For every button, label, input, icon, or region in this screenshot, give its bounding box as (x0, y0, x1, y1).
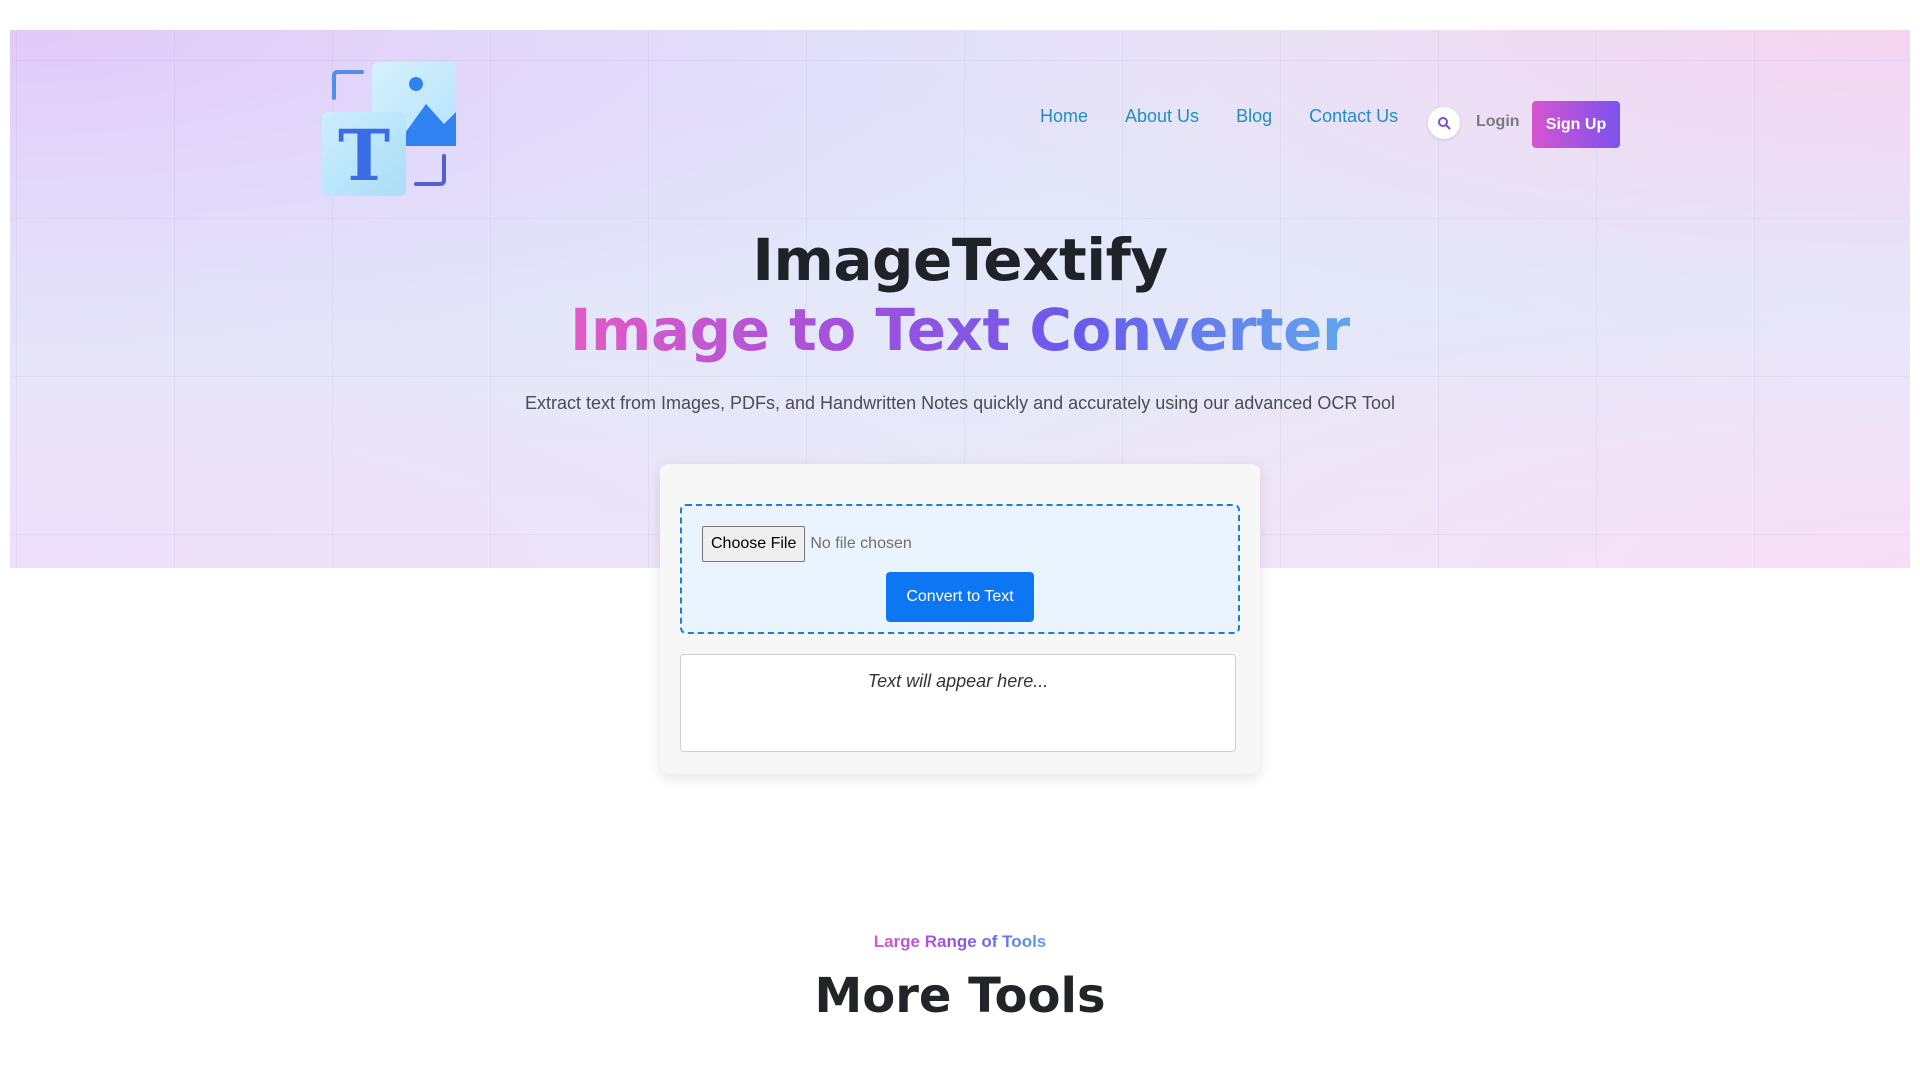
logo-letter: T (338, 114, 390, 196)
login-link[interactable]: Login (1476, 113, 1520, 131)
nav-link-home[interactable]: Home (1040, 106, 1088, 127)
convert-to-text-button[interactable]: Convert to Text (886, 572, 1034, 622)
more-tools-eyebrow-text: Large Range of Tools (873, 932, 1047, 951)
converter-card: Choose File No file chosen Convert to Te… (660, 464, 1260, 774)
file-input-row: Choose File No file chosen (702, 526, 912, 562)
file-status-text: No file chosen (810, 535, 912, 552)
choose-file-button[interactable]: Choose File (702, 526, 806, 562)
hero-tagline: Extract text from Images, PDFs, and Hand… (524, 393, 1396, 413)
nav-link-about-us[interactable]: About Us (1125, 106, 1199, 127)
search-button[interactable] (1428, 107, 1460, 139)
output-placeholder: Text will appear here... (867, 671, 1049, 691)
search-icon (1438, 117, 1451, 130)
upload-dropzone[interactable]: Choose File No file chosen Convert to Te… (680, 504, 1240, 634)
nav-link-contact-us[interactable]: Contact Us (1309, 106, 1398, 127)
more-tools-eyebrow: Large Range of Tools (0, 932, 1920, 952)
text-output-box[interactable]: Text will appear here... (680, 654, 1236, 752)
page-subtitle: Image to Text Converter (0, 296, 1920, 364)
site-logo[interactable]: T (322, 62, 456, 197)
logo-icon: T (322, 62, 456, 197)
page-title: ImageTextify (752, 226, 1168, 294)
more-tools-title: More Tools (814, 968, 1106, 1024)
page-subtitle-text: Image to Text Converter (569, 296, 1351, 364)
main-nav: Home About Us Blog Contact Us (1040, 106, 1435, 127)
signup-button[interactable]: Sign Up (1532, 101, 1620, 148)
nav-link-blog[interactable]: Blog (1236, 106, 1272, 127)
